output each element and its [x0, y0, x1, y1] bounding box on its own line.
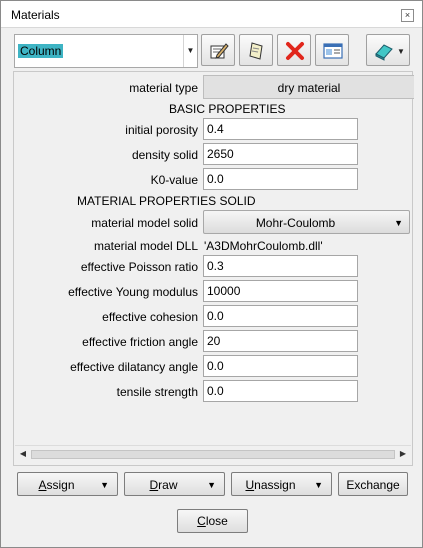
draw-label: Draw: [125, 478, 202, 492]
unassign-label: Unassign: [232, 478, 309, 492]
chevron-down-icon: ▼: [207, 480, 216, 490]
title-bar: Materials ×: [1, 1, 422, 28]
close-hotkey: C: [197, 514, 206, 528]
eraser-tool-button[interactable]: ▼: [366, 34, 410, 66]
basic-properties-header: BASIC PROPERTIES: [169, 102, 286, 116]
copy-material-button[interactable]: [239, 34, 273, 66]
initial-porosity-input[interactable]: 0.4: [203, 118, 358, 140]
unassign-hotkey: U: [245, 478, 255, 492]
poisson-ratio-input[interactable]: 0.3: [203, 255, 358, 277]
scrollbar-track[interactable]: [31, 450, 395, 459]
k0-value-input[interactable]: 0.0: [203, 168, 358, 190]
material-type-label: material type: [129, 81, 198, 95]
material-model-dll-value: 'A3DMohrCoulomb.dll': [204, 239, 323, 253]
dilatancy-angle-input[interactable]: 0.0: [203, 355, 358, 377]
unassign-button[interactable]: Unassign ▼: [231, 472, 332, 496]
young-modulus-label: effective Young modulus: [68, 285, 198, 299]
cohesion-label: effective cohesion: [102, 310, 198, 324]
draw-button[interactable]: Draw ▼: [124, 472, 225, 496]
delete-material-button[interactable]: [277, 34, 311, 66]
draw-hotkey: D: [149, 478, 159, 492]
material-model-solid-dropdown[interactable]: Mohr-Coulomb ▼: [203, 210, 410, 234]
friction-angle-input[interactable]: 20: [203, 330, 358, 352]
scroll-right-icon[interactable]: ▶: [395, 446, 411, 462]
close-label-rest: lose: [205, 514, 228, 528]
delete-icon: [286, 42, 304, 60]
assign-button[interactable]: Assign ▼: [17, 472, 118, 496]
tensile-strength-input[interactable]: 0.0: [203, 380, 358, 402]
solid-properties-header: MATERIAL PROPERTIES SOLID: [77, 194, 256, 208]
young-modulus-input[interactable]: 10000: [203, 280, 358, 302]
materials-window: Materials × Column ▼ ▼ material type dry…: [0, 0, 423, 548]
assign-label: Assign: [18, 478, 95, 492]
exchange-label: Exchange: [346, 478, 400, 492]
chevron-down-icon: ▼: [100, 480, 109, 490]
window-title: Materials: [11, 8, 60, 22]
material-type-box: dry material: [203, 75, 414, 99]
copy-icon: [249, 42, 263, 60]
chevron-down-icon: ▼: [394, 218, 403, 228]
properties-panel: material type dry material BASIC PROPERT…: [13, 71, 414, 466]
eraser-icon: [375, 44, 393, 61]
k0-value-label: K0-value: [150, 173, 198, 187]
window-close-button[interactable]: ×: [401, 9, 414, 22]
edit-icon: [210, 43, 229, 59]
material-model-dll-label: material model DLL: [93, 239, 198, 253]
density-solid-label: density solid: [131, 148, 198, 162]
material-model-solid-label: material model solid: [91, 216, 198, 230]
material-view-button[interactable]: [315, 34, 349, 66]
cohesion-input[interactable]: 0.0: [203, 305, 358, 327]
initial-porosity-label: initial porosity: [125, 123, 198, 137]
close-button[interactable]: Close: [177, 509, 248, 533]
dilatancy-angle-label: effective dilatancy angle: [70, 360, 198, 374]
scroll-left-icon[interactable]: ◀: [15, 446, 31, 462]
density-solid-input[interactable]: 2650: [203, 143, 358, 165]
exchange-button[interactable]: Exchange: [338, 472, 408, 496]
assign-hotkey: A: [38, 478, 47, 492]
edit-material-button[interactable]: [201, 34, 235, 66]
material-selector[interactable]: Column ▼: [14, 34, 198, 68]
draw-label-rest: raw: [158, 478, 178, 492]
friction-angle-label: effective friction angle: [82, 335, 198, 349]
horizontal-scrollbar[interactable]: ◀ ▶: [15, 445, 411, 462]
unassign-label-rest: nassign: [254, 478, 296, 492]
assign-label-rest: ssign: [46, 478, 75, 492]
poisson-ratio-label: effective Poisson ratio: [80, 260, 198, 274]
material-model-solid-value: Mohr-Coulomb: [255, 216, 336, 230]
chevron-down-icon: ▼: [314, 480, 323, 490]
material-selector-value: Column: [18, 44, 64, 58]
window-icon: [323, 43, 343, 59]
chevron-down-icon: ▼: [397, 47, 405, 56]
chevron-down-icon[interactable]: ▼: [183, 35, 197, 67]
tensile-strength-label: tensile strength: [116, 385, 198, 399]
material-type-value: dry material: [277, 81, 341, 95]
